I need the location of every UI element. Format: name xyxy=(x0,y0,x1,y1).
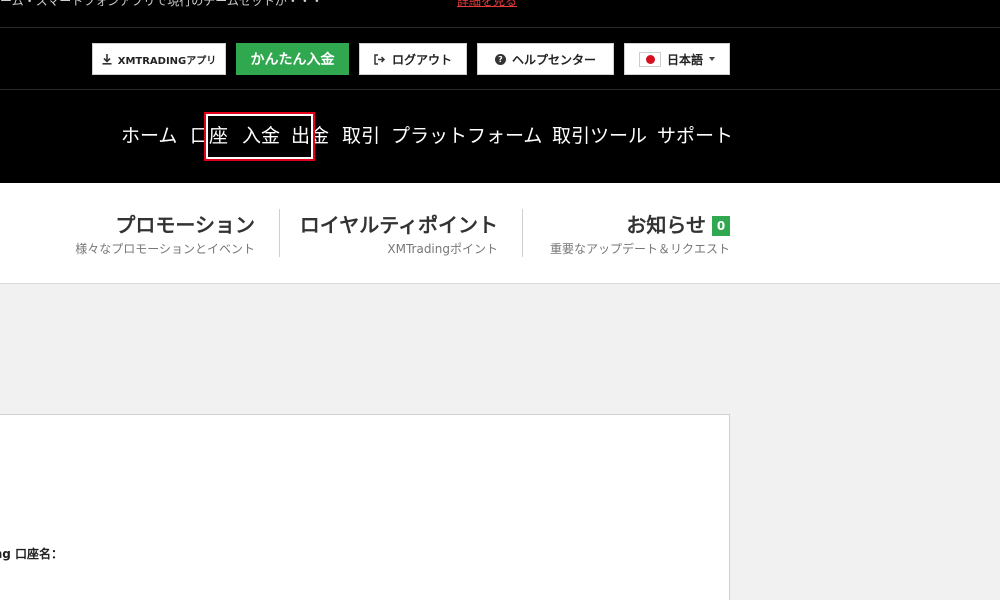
help-center-label: ヘルプセンター xyxy=(511,52,596,67)
logout-label: ログアウト xyxy=(391,52,452,67)
logout-button[interactable]: ログアウト xyxy=(359,43,467,75)
app-download-label: XMTRADINGアプリ xyxy=(117,55,217,67)
promotions-desc: 様々なプロモーションとイベント xyxy=(75,242,255,256)
download-icon xyxy=(102,53,112,65)
subnav-divider xyxy=(522,209,523,257)
main-navigation: ホーム 口座 入金 出金 取引 プラットフォーム 取引ツール サポート xyxy=(0,90,1000,183)
nav-item-support[interactable]: サポート xyxy=(657,123,733,149)
subnav-divider xyxy=(279,209,280,257)
chevron-down-icon xyxy=(709,57,715,61)
nav-item-withdrawal[interactable]: 出金 xyxy=(291,123,329,149)
language-selector[interactable]: 日本語 xyxy=(624,43,730,75)
account-toolbar: XMTRADINGアプリ かんたん入金 ログアウト ? ヘルプセンター 日本語 xyxy=(0,28,1000,90)
app-download-button[interactable]: XMTRADINGアプリ xyxy=(92,43,226,75)
nav-item-trading-tools[interactable]: 取引ツール xyxy=(552,123,647,149)
quick-deposit-label: かんたん入金 xyxy=(250,52,335,68)
news-title: お知らせ xyxy=(626,213,706,237)
announcement-strip: ーム・スマートフォンアプリで現行のチームセットが・・・ 詳細を見る xyxy=(0,0,1000,28)
sub-navigation: プロモーション 様々なプロモーションとイベント ロイヤルティポイント XMTra… xyxy=(0,183,1000,284)
loyalty-points-desc: XMTradingポイント xyxy=(387,242,498,256)
announcement-link[interactable]: 詳細を見る xyxy=(457,0,517,9)
news-link[interactable]: お知らせ 0 xyxy=(626,209,730,238)
japan-flag-icon xyxy=(638,51,661,67)
news-desc: 重要なアップデート＆リクエスト xyxy=(549,242,730,256)
announcement-text: ーム・スマートフォンアプリで現行のチームセットが・・・ xyxy=(0,0,323,8)
loyalty-points-link[interactable]: ロイヤルティポイント xyxy=(300,209,498,238)
account-name-label: ding 口座名： xyxy=(0,547,64,561)
news-count-badge: 0 xyxy=(712,216,730,236)
promotions-link[interactable]: プロモーション xyxy=(115,209,255,238)
account-panel: ding 口座名： xyxy=(0,414,730,600)
quick-deposit-button[interactable]: かんたん入金 xyxy=(236,43,349,75)
question-icon: ? xyxy=(494,53,506,65)
nav-item-deposit[interactable]: 入金 xyxy=(242,123,280,149)
help-center-button[interactable]: ? ヘルプセンター xyxy=(477,43,614,75)
language-label: 日本語 xyxy=(666,52,703,67)
nav-item-platform[interactable]: プラットフォーム xyxy=(391,123,542,149)
logout-icon xyxy=(374,53,386,65)
nav-item-account[interactable]: 口座 xyxy=(190,123,228,149)
nav-item-home[interactable]: ホーム xyxy=(121,123,177,149)
nav-item-trading[interactable]: 取引 xyxy=(342,123,380,149)
